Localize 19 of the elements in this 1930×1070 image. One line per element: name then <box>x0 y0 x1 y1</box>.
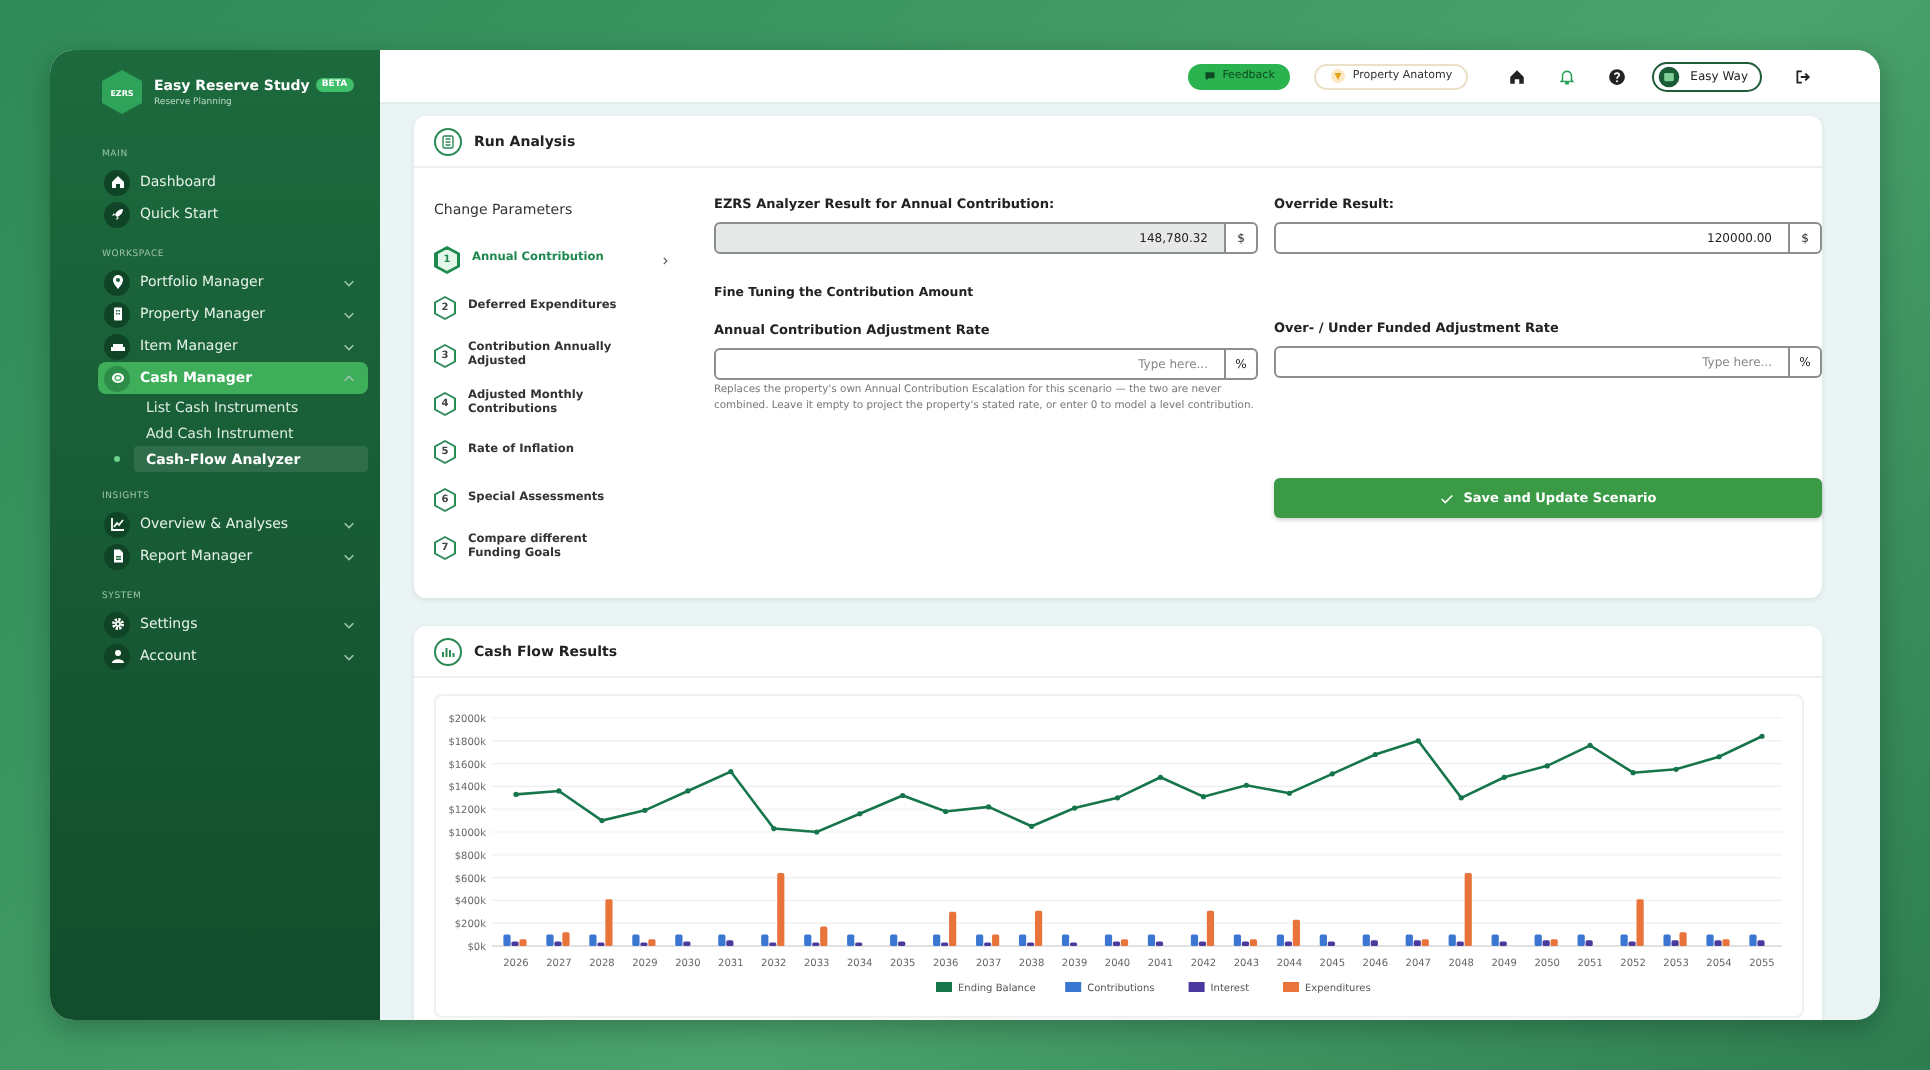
report-icon <box>109 548 125 564</box>
help-icon[interactable] <box>1608 67 1627 85</box>
home-icon <box>109 174 125 190</box>
chat-icon <box>1204 70 1217 82</box>
avatar-icon <box>1658 65 1681 87</box>
rocket-icon <box>109 206 125 222</box>
chevron-right-icon <box>660 255 670 265</box>
bar-chart-icon <box>440 643 456 659</box>
pin-icon <box>109 274 125 290</box>
logout-icon[interactable] <box>1794 67 1812 85</box>
user-icon <box>109 648 125 664</box>
check-icon <box>1439 491 1454 505</box>
home-icon[interactable] <box>1508 67 1527 85</box>
notifications-icon[interactable] <box>1558 67 1577 85</box>
active-dot-icon <box>113 456 119 462</box>
calculator-icon <box>440 133 456 149</box>
building-icon <box>109 306 125 322</box>
chart-icon <box>109 516 125 532</box>
gear-icon <box>109 616 125 632</box>
